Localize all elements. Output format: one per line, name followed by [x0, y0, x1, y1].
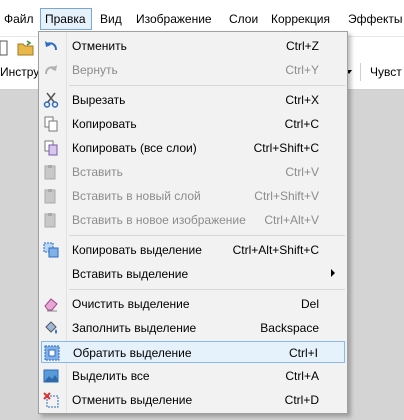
menu-item-paste-new-layer[interactable]: Вставить в новый слой Ctrl+Shift+V — [41, 185, 345, 207]
copy-icon — [44, 116, 58, 132]
redo-icon — [45, 65, 57, 75]
menu-item-shortcut: Ctrl+D — [284, 393, 319, 407]
menu-item-deselect[interactable]: Отменить выделение Ctrl+D — [41, 389, 345, 411]
tools-label: Инстру — [0, 65, 40, 79]
menu-view[interactable]: Вид — [96, 8, 126, 30]
menu-item-redo[interactable]: Вернуть Ctrl+Y — [41, 59, 345, 81]
menu-item-shortcut: Ctrl+A — [285, 369, 319, 383]
menu-item-label: Вставить выделение — [72, 267, 189, 281]
eraser-icon — [44, 298, 58, 312]
menu-item-label: Обратить выделение — [73, 346, 192, 360]
menu-item-label: Выделить все — [72, 369, 150, 383]
menu-item-shortcut: Ctrl+Shift+V — [254, 189, 319, 203]
invert-selection-icon — [44, 345, 60, 361]
menu-separator — [69, 235, 345, 236]
menu-separator — [69, 85, 345, 86]
new-document-icon[interactable] — [0, 40, 8, 56]
menu-image[interactable]: Изображение — [132, 8, 216, 30]
menu-item-shortcut: Ctrl+Y — [285, 63, 319, 77]
menu-item-shortcut: Ctrl+Z — [286, 39, 319, 53]
menu-item-shortcut: Ctrl+C — [284, 117, 319, 131]
sensitivity-label: Чувст — [370, 65, 402, 79]
menu-item-shortcut: Backspace — [260, 321, 319, 335]
undo-icon — [45, 41, 57, 51]
menu-adjustments[interactable]: Коррекция — [267, 8, 334, 30]
copy-merged-icon — [44, 140, 58, 156]
open-folder-icon[interactable] — [17, 39, 35, 57]
menu-separator — [69, 289, 345, 290]
menu-item-label: Отменить — [72, 39, 127, 53]
menu-effects[interactable]: Эффекты — [344, 8, 404, 30]
paste-layer-icon — [44, 189, 56, 204]
menu-item-shortcut: Ctrl+Alt+V — [264, 213, 319, 227]
toolbar-divider — [360, 63, 361, 81]
submenu-arrow-icon — [331, 269, 335, 277]
menu-edit[interactable]: Правка — [40, 8, 92, 30]
menu-item-label: Вставить в новое изображение — [72, 213, 246, 227]
edit-menu-dropdown: Отменить Ctrl+Z Вернуть Ctrl+Y Вырезать … — [38, 31, 348, 414]
menu-item-cut[interactable]: Вырезать Ctrl+X — [41, 89, 345, 111]
menu-item-shortcut: Ctrl+I — [288, 346, 318, 360]
menu-item-copy-merged[interactable]: Копировать (все слои) Ctrl+Shift+C — [41, 137, 345, 159]
menu-item-label: Копировать (все слои) — [72, 141, 197, 155]
menu-layers[interactable]: Слои — [225, 8, 262, 30]
menu-item-copy-selection[interactable]: Копировать выделение Ctrl+Alt+Shift+C — [41, 239, 345, 261]
menu-item-fill-selection[interactable]: Заполнить выделение Backspace — [41, 317, 345, 339]
menu-item-shortcut: Ctrl+V — [285, 165, 319, 179]
paste-image-icon — [44, 213, 56, 228]
menu-item-shortcut: Ctrl+Shift+C — [253, 141, 319, 155]
menu-item-label: Отменить выделение — [72, 393, 193, 407]
menu-file[interactable]: Файл — [0, 8, 38, 30]
copy-selection-icon — [43, 242, 59, 258]
menu-item-label: Вставить — [72, 165, 123, 179]
paste-icon — [44, 165, 56, 180]
deselect-icon — [43, 392, 59, 408]
menu-item-paste-selection[interactable]: Вставить выделение — [41, 263, 345, 285]
fill-icon — [45, 321, 57, 334]
menu-item-label: Заполнить выделение — [72, 321, 197, 335]
menu-item-invert-selection[interactable]: Обратить выделение Ctrl+I — [41, 341, 345, 363]
menu-item-label: Копировать — [72, 117, 137, 131]
menu-item-label: Вырезать — [72, 93, 126, 107]
select-all-icon — [43, 369, 59, 383]
menu-item-shortcut: Ctrl+X — [285, 93, 319, 107]
scissors-icon — [43, 92, 59, 108]
menu-item-select-all[interactable]: Выделить все Ctrl+A — [41, 365, 345, 387]
menu-item-shortcut: Ctrl+Alt+Shift+C — [232, 243, 319, 257]
menu-item-shortcut: Del — [300, 297, 319, 311]
menu-item-clear-selection[interactable]: Очистить выделение Del — [41, 293, 345, 315]
menu-item-label: Вставить в новый слой — [72, 189, 201, 203]
menu-item-label: Вернуть — [72, 63, 118, 77]
menu-item-label: Очистить выделение — [72, 297, 190, 311]
menu-item-undo[interactable]: Отменить Ctrl+Z — [41, 35, 345, 57]
menu-item-paste[interactable]: Вставить Ctrl+V — [41, 161, 345, 183]
menu-item-copy[interactable]: Копировать Ctrl+C — [41, 113, 345, 135]
menu-item-label: Копировать выделение — [72, 243, 202, 257]
menu-item-paste-new-image[interactable]: Вставить в новое изображение Ctrl+Alt+V — [41, 209, 345, 231]
